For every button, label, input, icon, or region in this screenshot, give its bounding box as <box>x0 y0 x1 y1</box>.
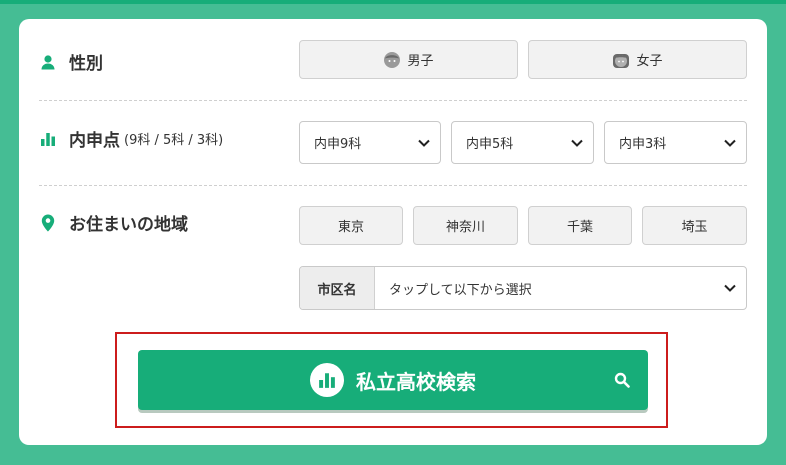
grade-3-select[interactable]: 内申3科 <box>604 121 747 164</box>
gender-label-text: 性別 <box>69 54 103 74</box>
person-icon <box>39 53 57 71</box>
grades-sub-label: (9科 / 5科 / 3科) <box>124 133 224 148</box>
gender-girl-label: 女子 <box>636 54 663 69</box>
prefecture-label: 埼玉 <box>681 220 708 235</box>
gender-label: 性別 <box>39 49 103 74</box>
gender-boy-label: 男子 <box>407 54 434 69</box>
grade-5-value: 内申5科 <box>466 137 514 152</box>
chevron-down-icon <box>418 139 430 147</box>
grade-9-value: 内申9科 <box>314 137 362 152</box>
grades-label: 内申点 (9科 / 5科 / 3科) <box>39 126 223 151</box>
search-button-label: 私立高校検索 <box>356 369 476 394</box>
residence-label-text: お住まいの地域 <box>69 215 188 235</box>
residence-label: お住まいの地域 <box>39 210 188 235</box>
map-pin-icon <box>39 214 57 232</box>
bar-chart-icon <box>39 130 57 148</box>
city-label: 市区名 <box>300 267 375 309</box>
prefecture-label: 東京 <box>337 220 364 235</box>
prefecture-kanagawa-button[interactable]: 神奈川 <box>413 206 518 245</box>
prefecture-tokyo-button[interactable]: 東京 <box>299 206 403 245</box>
grades-label-text: 内申点 <box>69 131 120 151</box>
chevron-down-icon <box>724 284 736 292</box>
gender-girl-button[interactable]: 女子 <box>528 40 747 79</box>
chevron-down-icon <box>571 139 583 147</box>
prefecture-saitama-button[interactable]: 埼玉 <box>642 206 747 245</box>
search-form-card: 性別 男子 女子 内申点 (9科 / 5科 / 3科) 内申9科 内申5科 内申… <box>19 19 767 445</box>
private-school-search-button[interactable]: 私立高校検索 <box>138 350 648 410</box>
bar-chart-icon <box>310 363 344 397</box>
search-icon <box>614 372 630 388</box>
city-select-group: 市区名 タップして以下から選択 <box>299 266 747 310</box>
divider <box>39 185 747 186</box>
boy-face-icon <box>383 51 401 69</box>
prefecture-label: 神奈川 <box>445 220 485 235</box>
city-select[interactable]: タップして以下から選択 <box>375 267 746 309</box>
gender-boy-button[interactable]: 男子 <box>299 40 518 79</box>
grade-9-select[interactable]: 内申9科 <box>299 121 441 164</box>
divider <box>39 100 747 101</box>
grade-5-select[interactable]: 内申5科 <box>451 121 594 164</box>
grade-3-value: 内申3科 <box>619 137 667 152</box>
prefecture-label: 千葉 <box>566 220 593 235</box>
girl-face-icon <box>612 51 630 69</box>
top-accent-bar <box>0 0 786 4</box>
prefecture-chiba-button[interactable]: 千葉 <box>528 206 632 245</box>
city-select-value: タップして以下から選択 <box>389 282 532 298</box>
chevron-down-icon <box>724 139 736 147</box>
